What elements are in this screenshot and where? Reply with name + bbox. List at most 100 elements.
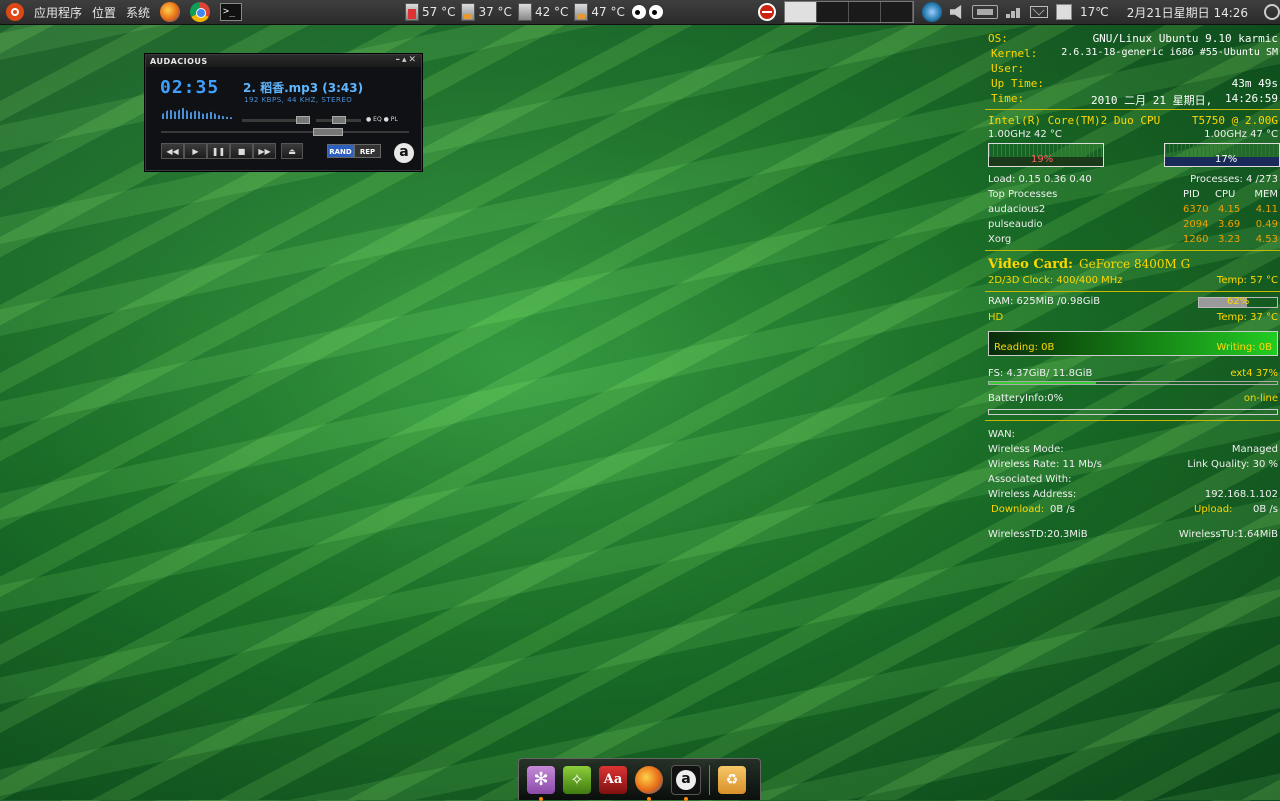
thermometer-icon	[517, 3, 532, 21]
wireless-address-value: 192.168.1.102	[1204, 489, 1278, 500]
wireless-rate-row: Wireless Rate: 11 Mb/s Link Quality: 30 …	[985, 459, 1280, 473]
wireless-total-down: WirelessTD:20.3MiB	[988, 529, 1088, 540]
cpu1-freq: 1.00GHz 42 °C	[988, 129, 1062, 140]
process-pid: 6370	[1183, 204, 1209, 215]
stop-button[interactable]: ■	[230, 143, 253, 159]
audacious-logo-icon[interactable]: a	[394, 143, 414, 163]
settings-icon[interactable]: ✻	[527, 765, 555, 801]
process-row: audacious2 6370 4.15 4.11	[985, 204, 1280, 218]
kernel-value: 2.6.31-18-generic i686 #55-Ubuntu SM	[1061, 47, 1278, 58]
wireless-rate: Wireless Rate: 11 Mb/s	[988, 459, 1102, 470]
load-row: Load: 0.15 0.36 0.40 Processes: 4 /273	[985, 174, 1280, 188]
panel-right: 17℃ 2月21日星期日 14:26	[758, 0, 1280, 24]
transport-controls: ◀◀ ▶ ❚❚ ■ ▶▶	[161, 143, 276, 159]
divider	[985, 291, 1280, 292]
user-label: User:	[991, 62, 1025, 75]
visualizer[interactable]	[162, 107, 232, 119]
wan-row: WAN:	[985, 429, 1280, 443]
weather-condition-icon[interactable]	[1055, 4, 1072, 20]
thermometer-icon	[405, 3, 419, 21]
sensor-4[interactable]: 47 °C	[574, 3, 625, 21]
track-title[interactable]: 2. 稻香.mp3 (3:43)	[243, 79, 363, 96]
kernel-row: Kernel: 2.6.31-18-generic i686 #55-Ubunt…	[985, 47, 1280, 61]
next-button[interactable]: ▶▶	[253, 143, 276, 159]
wireless-mode-value: Managed	[1231, 444, 1278, 455]
user-row: User:	[985, 62, 1280, 76]
pause-button[interactable]: ❚❚	[207, 143, 230, 159]
fs-type: ext4 37%	[1230, 368, 1278, 379]
process-row: pulseaudio 2094 3.69 0.49	[985, 219, 1280, 233]
app-icon[interactable]: ✧	[563, 765, 591, 794]
sensor-1-value: 57 °C	[422, 5, 456, 19]
hd-temp: Temp: 37 °C	[1216, 312, 1278, 323]
sensor-2[interactable]: 37 °C	[461, 3, 512, 21]
menu-places[interactable]: 位置	[92, 4, 116, 21]
playback-time[interactable]: 02:35	[160, 77, 219, 98]
disk-reading: Reading: 0B	[994, 342, 1055, 353]
sensor-3[interactable]: 42 °C	[517, 3, 568, 21]
gpu-clock-row: 2D/3D Clock: 400/400 MHz Temp: 57 °C	[985, 275, 1280, 289]
menu-applications[interactable]: 应用程序	[34, 4, 82, 21]
xeyes-applet[interactable]	[630, 4, 664, 20]
power-icon[interactable]	[1264, 4, 1280, 20]
volume-icon[interactable]	[949, 5, 962, 19]
firefox-launcher-icon[interactable]	[160, 2, 181, 22]
os-label: OS:	[988, 32, 1008, 45]
wireless-mode-row: Wireless Mode: Managed	[985, 444, 1280, 458]
weather-icon[interactable]	[921, 2, 942, 22]
download-value: 0B /s	[1050, 504, 1075, 515]
hd-label: HD	[988, 312, 1004, 323]
panel-left: 应用程序 位置 系统 >_	[0, 2, 243, 22]
firefox-icon[interactable]	[635, 765, 663, 801]
ubuntu-logo-icon[interactable]	[6, 3, 24, 21]
kernel-label: Kernel:	[991, 47, 1038, 60]
dictionary-icon[interactable]: Aa	[599, 765, 627, 794]
top-processes-label: Top Processes	[988, 189, 1058, 200]
cpu-freq-row: 1.00GHz 42 °C 1.00GHz 47 °C	[985, 129, 1280, 143]
mail-icon[interactable]	[1029, 6, 1048, 18]
sensor-4-value: 47 °C	[591, 5, 625, 19]
audacious-titlebar[interactable]: AUDACIOUS –▴✕	[146, 55, 421, 67]
video-card-row: Video Card: GeForce 8400M G	[985, 257, 1280, 275]
volume-slider[interactable]	[242, 119, 302, 122]
cpu-name: Intel(R) Core(TM)2 Duo CPU	[988, 114, 1161, 127]
fs-bar	[988, 381, 1278, 385]
seek-knob[interactable]	[313, 128, 343, 136]
network-icon[interactable]	[971, 5, 998, 19]
clock[interactable]: 2月21日星期日 14:26	[1127, 4, 1248, 21]
dock-separator	[709, 764, 710, 795]
sensor-1[interactable]: 57 °C	[405, 3, 455, 21]
window-controls[interactable]: –▴✕	[395, 55, 418, 65]
uptime-row: Up Time: 43m 49s	[985, 77, 1280, 91]
video-card-label: Video Card:	[988, 257, 1073, 272]
balance-knob[interactable]	[332, 116, 346, 124]
system-monitor-applet[interactable]	[784, 1, 914, 23]
process-row: Xorg 1260 3.23 4.53	[985, 234, 1280, 248]
process-cpu: 3.69	[1218, 219, 1241, 230]
col-cpu: CPU	[1215, 189, 1236, 200]
no-entry-icon[interactable]	[758, 3, 776, 21]
terminal-launcher-icon[interactable]: >_	[220, 3, 243, 21]
audacious-icon[interactable]: a	[671, 764, 701, 801]
trash-icon[interactable]: ♻	[718, 765, 746, 794]
process-cpu: 3.23	[1218, 234, 1241, 245]
eye-icon	[647, 4, 664, 20]
eject-button[interactable]: ⏏	[281, 143, 303, 159]
battery-info: BatteryInfo:0%	[988, 393, 1064, 404]
seek-bar[interactable]	[161, 131, 409, 133]
wireless-totals-row: WirelessTD:20.3MiB WirelessTU:1.64MiB	[985, 529, 1280, 543]
weather-temperature[interactable]: 17℃	[1080, 5, 1109, 19]
eq-toggle[interactable]: ● EQ ● PL	[366, 116, 398, 123]
previous-button[interactable]: ◀◀	[161, 143, 184, 159]
wan-label: WAN:	[988, 429, 1016, 440]
repeat-toggle[interactable]: REP	[354, 144, 381, 158]
chrome-launcher-icon[interactable]	[190, 2, 211, 22]
cpu-name-row: Intel(R) Core(TM)2 Duo CPU T5750 @ 2.00G	[985, 114, 1280, 128]
play-button[interactable]: ▶	[184, 143, 207, 159]
menu-system[interactable]: 系统	[126, 4, 150, 21]
wifi-signal-icon[interactable]	[1005, 6, 1022, 18]
process-name: pulseaudio	[988, 219, 1043, 230]
shuffle-toggle[interactable]: RAND	[327, 144, 354, 158]
volume-knob[interactable]	[296, 116, 310, 124]
time-row: Time: 2010 二月 21 星期日, 14:26:59	[985, 92, 1280, 107]
